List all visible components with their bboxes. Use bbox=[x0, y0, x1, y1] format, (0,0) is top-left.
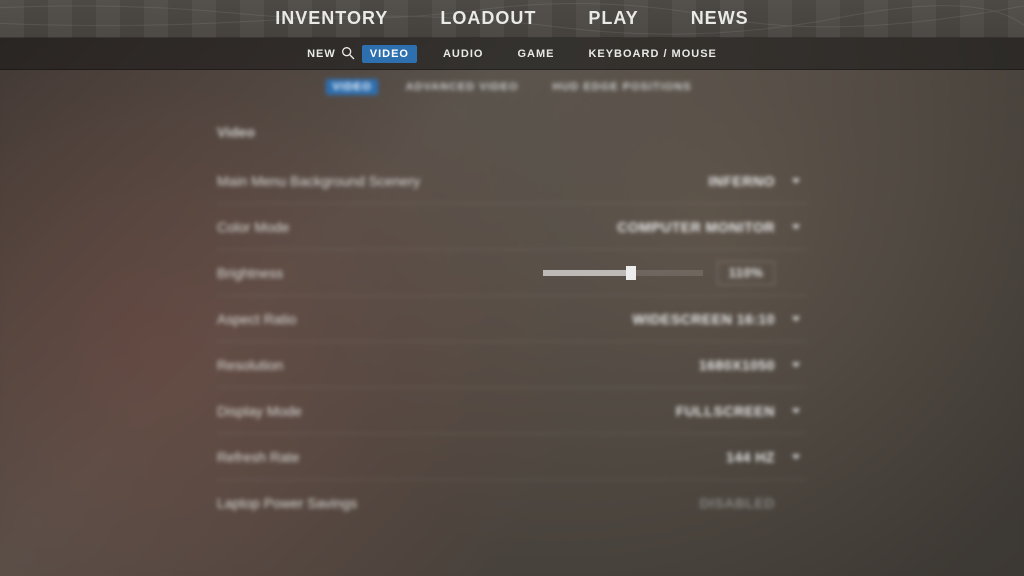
subtab-audio[interactable]: AUDIO bbox=[435, 45, 491, 63]
subtab-keyboard[interactable]: KEYBOARD / MOUSE bbox=[580, 45, 724, 63]
slider-thumb[interactable] bbox=[626, 266, 636, 280]
subtab-video[interactable]: VIDEO bbox=[362, 45, 417, 63]
subtab-new[interactable]: NEW bbox=[299, 45, 344, 63]
topnav-news[interactable]: NEWS bbox=[691, 8, 749, 29]
subtab-game[interactable]: GAME bbox=[509, 45, 562, 63]
topnav-inventory[interactable]: INVENTORY bbox=[275, 8, 388, 29]
settings-category-bar: NEW VIDEO AUDIO GAME KEYBOARD / MOUSE bbox=[0, 38, 1024, 70]
topnav-loadout[interactable]: LOADOUT bbox=[440, 8, 536, 29]
brightness-slider[interactable] bbox=[543, 270, 703, 276]
top-nav-bar: INVENTORY LOADOUT PLAY NEWS bbox=[0, 0, 1024, 38]
search-icon[interactable] bbox=[340, 45, 356, 66]
topnav-play[interactable]: PLAY bbox=[588, 8, 638, 29]
